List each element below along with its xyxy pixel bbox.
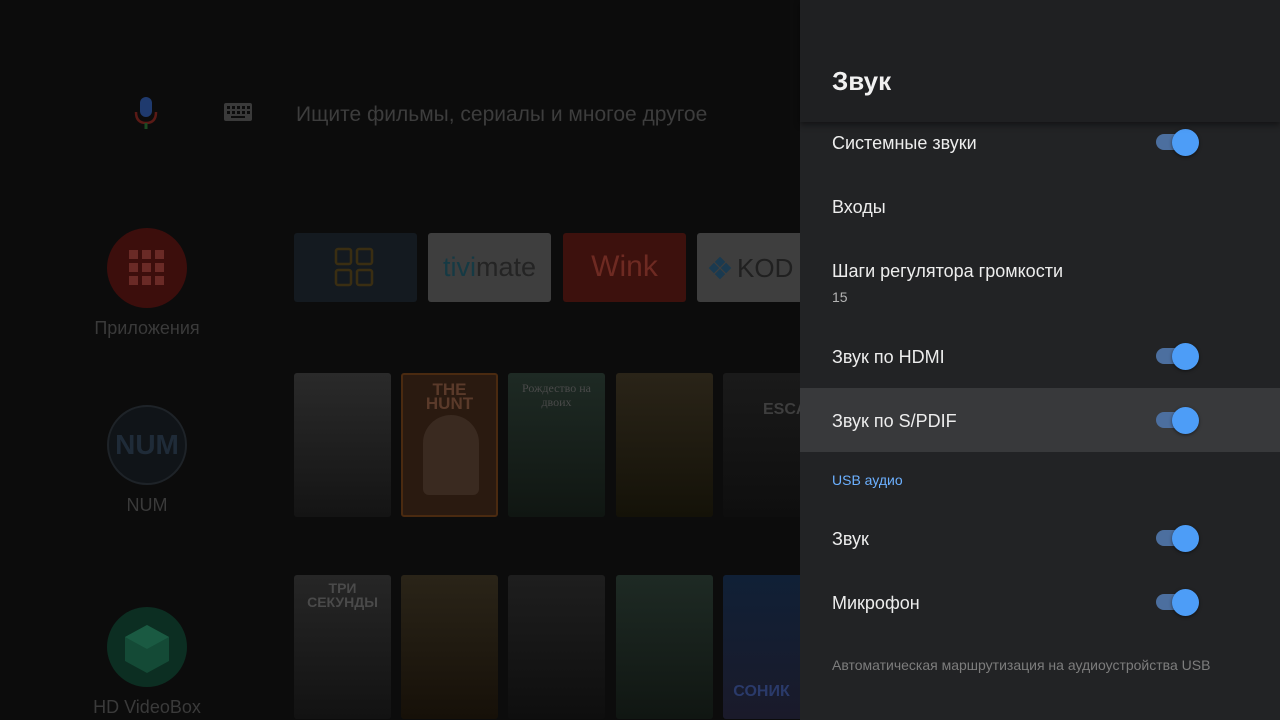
poster-row2-4[interactable] [616, 575, 713, 719]
hdvideobox-logo-icon [107, 607, 187, 687]
kodi-text: KOD [737, 253, 794, 283]
apps-tile-icon [334, 247, 374, 287]
num-logo-icon: NUM [107, 405, 187, 485]
poster-title: ТРИ СЕКУНДЫ [307, 580, 378, 610]
setting-label: Звук [832, 529, 869, 549]
app-card-tivimate[interactable]: tivimate [428, 233, 551, 302]
usb-microphone-toggle[interactable] [1156, 588, 1200, 616]
keyboard-icon[interactable] [224, 103, 252, 121]
setting-label: Входы [832, 197, 886, 217]
poster-row1-4[interactable] [616, 373, 713, 517]
setting-label: Звук по HDMI [832, 347, 945, 367]
setting-inputs[interactable]: Входы [800, 174, 1280, 238]
poster-title: СОНИК [733, 683, 790, 700]
hdmi-sound-toggle[interactable] [1156, 342, 1200, 370]
launcher-background: Ищите фильмы, сериалы и многое другое Пр… [0, 0, 800, 720]
poster-title: ESCA [763, 401, 800, 418]
setting-label: Микрофон [832, 593, 920, 613]
apps-grid-icon [107, 228, 187, 308]
poster-row1-1[interactable] [294, 373, 391, 517]
poster-row1-2[interactable]: THE HUNT [401, 373, 498, 517]
poster-row1-5[interactable]: ESCA [723, 373, 800, 517]
setting-hdmi-sound[interactable]: Звук по HDMI [800, 324, 1280, 388]
spdif-sound-toggle[interactable] [1156, 406, 1200, 434]
hdvideobox-app-button[interactable]: HD VideoBox [80, 607, 214, 718]
search-placeholder[interactable]: Ищите фильмы, сериалы и многое другое [296, 103, 707, 127]
usb-sound-toggle[interactable] [1156, 524, 1200, 552]
poster-row2-3[interactable] [508, 575, 605, 719]
setting-label: Шаги регулятора громкости [832, 261, 1063, 281]
apps-launcher-button[interactable]: Приложения [80, 228, 214, 339]
setting-usb-sound[interactable]: Звук [800, 506, 1280, 570]
poster-figure [423, 415, 479, 495]
app-card-kodi[interactable]: KOD [697, 233, 800, 302]
page-title: Звук [832, 66, 892, 96]
apps-label: Приложения [94, 318, 200, 338]
setting-usb-microphone[interactable]: Микрофон [800, 570, 1280, 634]
microphone-icon[interactable] [134, 95, 158, 131]
sound-settings-panel: Звук Системные звуки Входы Шаги регулято… [800, 0, 1280, 720]
panel-header: Звук [800, 0, 1280, 122]
usb-routing-footnote: Автоматическая маршрутизация на аудиоуст… [832, 657, 1211, 673]
tivimate-text-b: mate [475, 252, 537, 282]
app-card-apps[interactable] [294, 233, 417, 302]
wink-text: Wink [591, 250, 658, 283]
poster-row1-3[interactable]: Рождество на двоих [508, 373, 605, 517]
app-card-wink[interactable]: Wink [563, 233, 686, 302]
poster-row2-5[interactable]: СОНИК [723, 575, 800, 719]
num-badge-text: NUM [115, 429, 179, 460]
poster-title: Рождество на двоих [522, 381, 591, 409]
setting-label: Звук по S/PDIF [832, 411, 957, 431]
setting-volume-steps[interactable]: Шаги регулятора громкости 15 [800, 244, 1280, 316]
tivimate-text-a: tivi [442, 252, 476, 282]
kodi-logo-icon [708, 256, 732, 280]
poster-row2-1[interactable]: ТРИ СЕКУНДЫ [294, 575, 391, 719]
poster-title: THE HUNT [425, 380, 474, 413]
setting-spdif-sound[interactable]: Звук по S/PDIF [800, 388, 1280, 452]
num-label: NUM [126, 495, 168, 515]
num-app-button[interactable]: NUM NUM [80, 405, 214, 516]
usb-audio-section-header: USB аудио [832, 472, 903, 488]
search-bar[interactable]: Ищите фильмы, сериалы и многое другое [0, 95, 800, 135]
system-sounds-toggle[interactable] [1156, 128, 1200, 156]
poster-row2-2[interactable] [401, 575, 498, 719]
setting-label: Системные звуки [832, 133, 977, 153]
hdvideobox-label: HD VideoBox [93, 697, 201, 717]
setting-value: 15 [832, 289, 848, 305]
